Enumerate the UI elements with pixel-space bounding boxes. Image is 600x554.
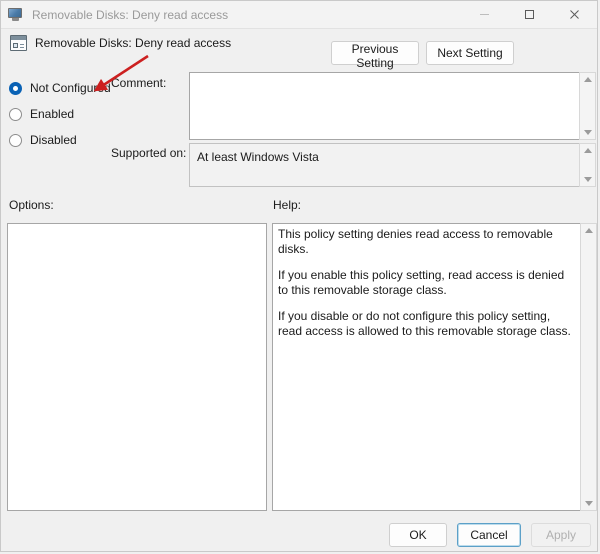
radio-label: Disabled [30,133,77,147]
minimize-icon[interactable] [462,1,507,29]
help-text: This policy setting denies read access t… [278,227,574,339]
help-scrollbar[interactable] [580,223,597,511]
monitor-policy-icon [8,7,24,23]
policy-setting-icon [10,35,27,51]
previous-setting-button[interactable]: Previous Setting [331,41,419,70]
cancel-button[interactable]: Cancel [457,523,521,547]
comment-label: Comment: [111,76,167,90]
scroll-up-icon[interactable] [584,228,593,233]
help-paragraph: This policy setting denies read access t… [278,227,553,256]
scroll-up-icon[interactable] [583,148,592,153]
window-title: Removable Disks: Deny read access [32,7,229,22]
help-paragraph: If you enable this policy setting, read … [278,268,565,297]
help-label: Help: [273,198,302,212]
supported-on-value: At least Windows Vista [197,150,319,164]
radio-mark-icon [9,107,22,121]
maximize-icon[interactable] [507,1,552,29]
radio-enabled[interactable]: Enabled [9,103,179,125]
radio-label: Not Configured [30,81,111,95]
radio-label: Enabled [30,107,75,121]
setting-title: Removable Disks: Deny read access [35,36,232,50]
scroll-up-icon[interactable] [583,77,592,82]
options-label: Options: [9,198,54,212]
next-setting-button[interactable]: Next Setting [426,41,514,65]
options-panel[interactable] [7,223,267,511]
scroll-down-icon[interactable] [584,501,593,506]
supported-on-label: Supported on: [111,146,187,160]
ok-button[interactable]: OK [389,523,447,547]
policy-setting-dialog: Removable Disks: Deny read access Remova… [0,0,598,552]
comment-scrollbar[interactable] [579,72,596,140]
close-icon[interactable] [552,1,597,29]
apply-button: Apply [531,523,591,547]
help-paragraph: If you disable or do not configure this … [278,309,571,338]
radio-mark-icon [9,133,22,147]
scroll-down-icon[interactable] [583,130,592,135]
radio-mark-icon [9,81,22,95]
comment-input[interactable] [189,72,581,140]
supported-on-scrollbar[interactable] [579,143,596,187]
scroll-down-icon[interactable] [583,177,592,182]
title-bar: Removable Disks: Deny read access [1,1,597,29]
window-controls [462,1,597,29]
